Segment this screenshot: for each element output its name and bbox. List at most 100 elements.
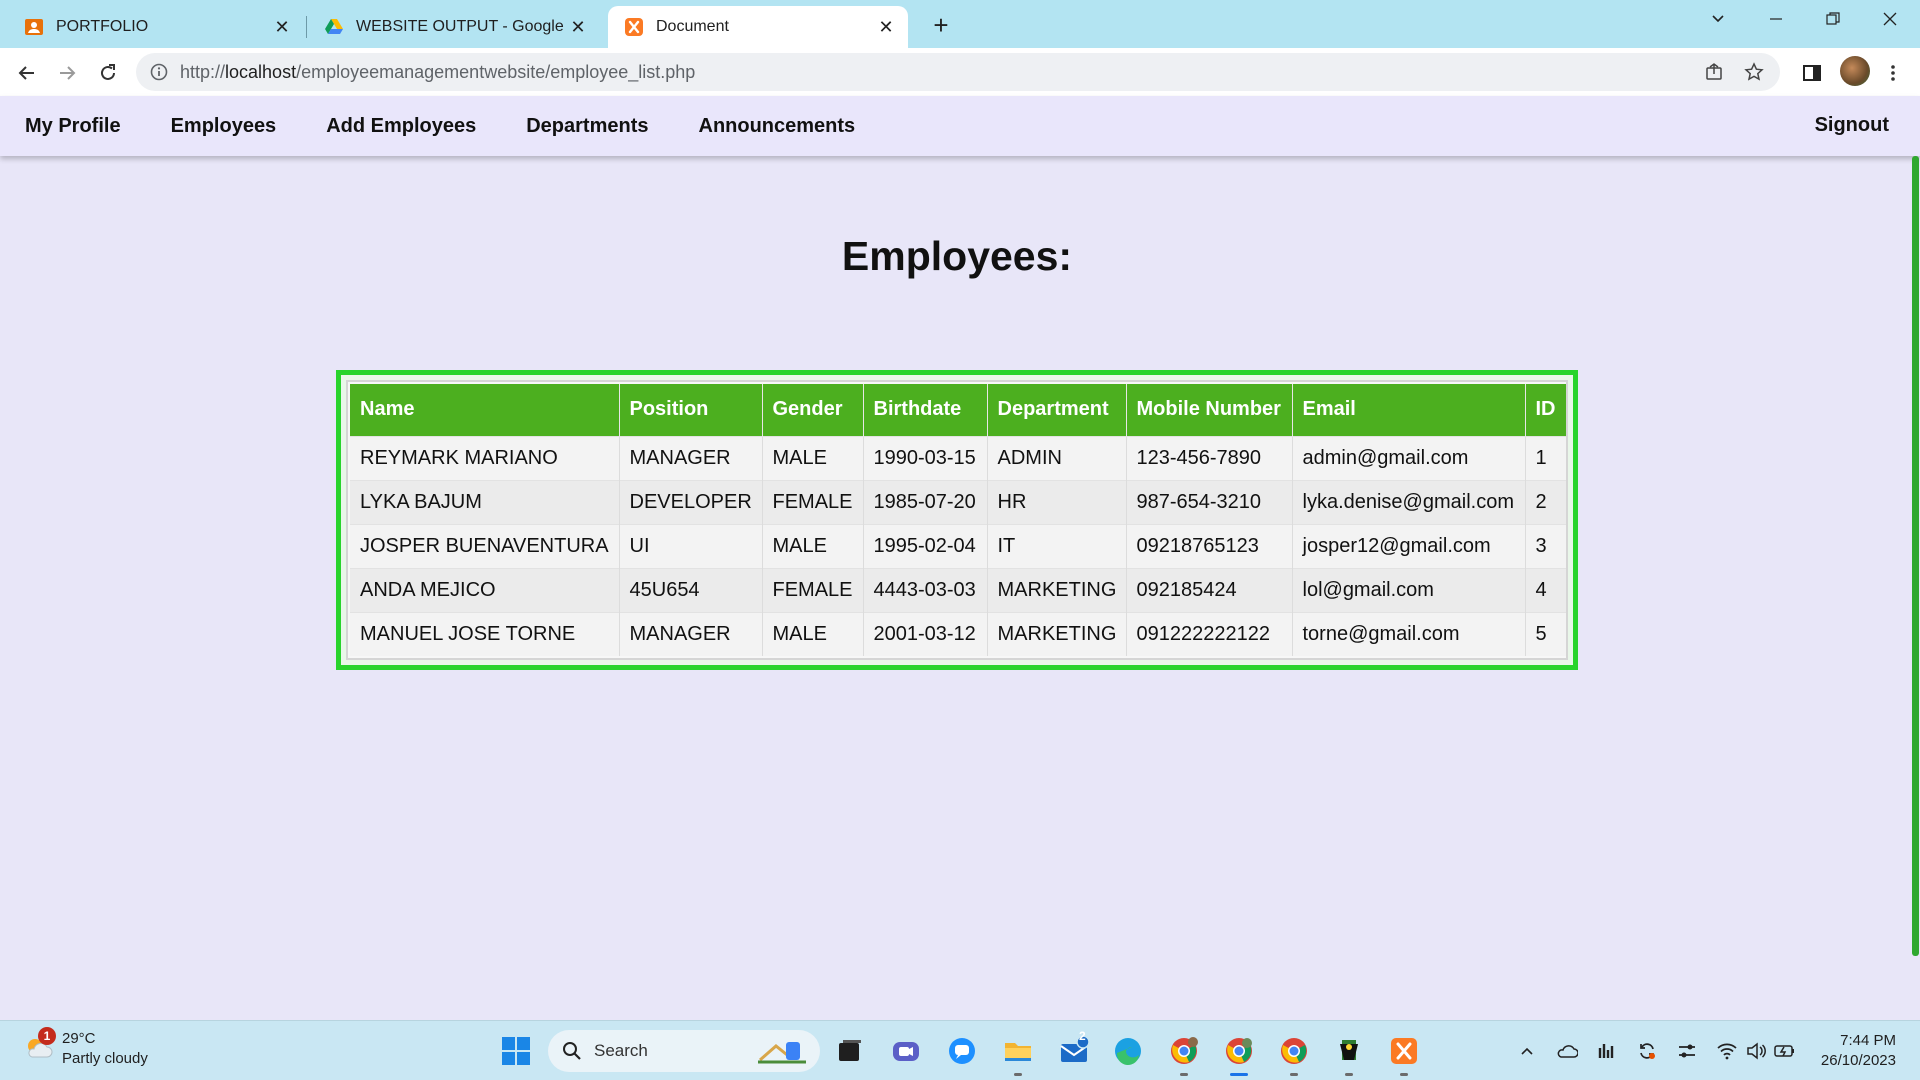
performance-meter-icon[interactable]: [1595, 1039, 1619, 1063]
tab-search-dropdown-icon[interactable]: [1698, 4, 1738, 36]
cell-department: MARKETING: [987, 567, 1127, 612]
address-bar[interactable]: http://localhost/employeemanagementwebsi…: [136, 53, 1780, 91]
cell-email: admin@gmail.com: [1292, 435, 1526, 480]
column-header-mobile: Mobile Number: [1126, 384, 1293, 436]
employee-table-container: Name Position Gender Birthdate Departmen…: [346, 380, 1568, 660]
chrome-profile-icon[interactable]: [1166, 1033, 1202, 1069]
url-scheme: http://: [180, 61, 226, 82]
page-scrollbar[interactable]: [1912, 156, 1919, 956]
battery-charging-icon[interactable]: [1773, 1039, 1797, 1063]
close-icon[interactable]: ✕: [876, 17, 896, 38]
xampp-icon: [624, 17, 644, 37]
windows-taskbar: 1 29°C Partly cloudy Search 2 7:44 PM 26…: [0, 1020, 1920, 1080]
running-indicator: [1180, 1073, 1188, 1076]
sync-icon[interactable]: [1635, 1039, 1659, 1063]
minimize-button[interactable]: [1756, 4, 1796, 36]
settings-toggle-icon[interactable]: [1675, 1039, 1699, 1063]
profile-avatar[interactable]: [1840, 56, 1870, 86]
url-host: localhost: [225, 61, 297, 82]
cell-mobile: 091222222122: [1126, 611, 1293, 656]
volume-icon[interactable]: [1744, 1039, 1768, 1063]
chrome-icon[interactable]: [1276, 1033, 1312, 1069]
nav-signout[interactable]: Signout: [1815, 114, 1889, 137]
chrome-active-icon[interactable]: [1221, 1033, 1257, 1069]
cell-name: REYMARK MARIANO: [350, 435, 620, 480]
app-icon[interactable]: [1331, 1033, 1367, 1069]
nav-add-employees[interactable]: Add Employees: [326, 115, 476, 138]
table-row: JOSPER BUENAVENTURA UI MALE 1995-02-04 I…: [350, 523, 1566, 568]
system-clock[interactable]: 7:44 PM 26/10/2023: [1821, 1031, 1896, 1071]
cell-department: ADMIN: [987, 435, 1127, 480]
window-close-button[interactable]: [1870, 4, 1910, 36]
mail-icon[interactable]: 2: [1056, 1029, 1092, 1069]
windows-start-icon[interactable]: [498, 1033, 534, 1069]
cell-email: torne@gmail.com: [1292, 611, 1526, 656]
tab-google-drive[interactable]: WEBSITE OUTPUT - Google Drive ✕: [300, 6, 604, 48]
weather-description: Partly cloudy: [62, 1050, 148, 1067]
meet-video-icon[interactable]: [888, 1033, 924, 1069]
nav-announcements[interactable]: Announcements: [699, 115, 856, 138]
column-header-id: ID: [1525, 384, 1566, 436]
nav-employees[interactable]: Employees: [171, 115, 277, 138]
site-navbar: My Profile Employees Add Employees Depar…: [0, 96, 1920, 156]
cell-id: 4: [1525, 567, 1566, 612]
tab-document[interactable]: Document ✕: [608, 6, 908, 48]
reload-button[interactable]: [91, 56, 125, 90]
cell-mobile: 987-654-3210: [1126, 479, 1293, 524]
wifi-icon[interactable]: [1715, 1039, 1739, 1063]
cell-birthdate: 1995-02-04: [863, 523, 988, 568]
table-row: ANDA MEJICO 45U654 FEMALE 4443-03-03 MAR…: [350, 567, 1566, 612]
xampp-taskbar-icon[interactable]: [1386, 1033, 1422, 1069]
column-header-birthdate: Birthdate: [863, 384, 988, 436]
column-header-position: Position: [619, 384, 763, 436]
forward-button[interactable]: [50, 56, 84, 90]
active-app-indicator: [1230, 1073, 1248, 1076]
cell-name: JOSPER BUENAVENTURA: [350, 523, 620, 568]
tab-title: WEBSITE OUTPUT - Google Drive: [356, 18, 568, 35]
search-placeholder: Search: [594, 1041, 648, 1060]
close-icon[interactable]: ✕: [272, 17, 292, 38]
cell-department: IT: [987, 523, 1127, 568]
cell-position: MANAGER: [619, 611, 763, 656]
nav-departments[interactable]: Departments: [526, 115, 648, 138]
cell-email: josper12@gmail.com: [1292, 523, 1526, 568]
onedrive-cloud-icon[interactable]: [1555, 1039, 1579, 1063]
google-drive-icon: [324, 17, 344, 37]
bookmark-star-icon[interactable]: [1744, 53, 1764, 91]
cell-mobile: 09218765123: [1126, 523, 1293, 568]
weather-widget[interactable]: 1 29°C Partly cloudy: [22, 1027, 148, 1069]
cell-mobile: 092185424: [1126, 567, 1293, 612]
cell-position: DEVELOPER: [619, 479, 763, 524]
file-explorer-icon[interactable]: [1000, 1033, 1036, 1069]
nav-my-profile[interactable]: My Profile: [25, 115, 121, 138]
employee-table-frame: Name Position Gender Birthdate Departmen…: [336, 370, 1578, 670]
edge-browser-icon[interactable]: [1110, 1033, 1146, 1069]
running-indicator: [1014, 1073, 1022, 1076]
share-icon[interactable]: [1704, 53, 1724, 91]
cell-gender: MALE: [762, 523, 864, 568]
table-row: MANUEL JOSE TORNE MANAGER MALE 2001-03-1…: [350, 611, 1566, 656]
back-button[interactable]: [10, 56, 44, 90]
side-panel-icon[interactable]: [1795, 56, 1829, 90]
cell-gender: MALE: [762, 435, 864, 480]
cell-birthdate: 1985-07-20: [863, 479, 988, 524]
cell-birthdate: 1990-03-15: [863, 435, 988, 480]
cell-gender: FEMALE: [762, 479, 864, 524]
cell-id: 5: [1525, 611, 1566, 656]
new-tab-button[interactable]: +: [924, 8, 958, 42]
close-icon[interactable]: ✕: [568, 17, 588, 38]
cell-email: lyka.denise@gmail.com: [1292, 479, 1526, 524]
menu-kebab-icon[interactable]: [1876, 56, 1910, 90]
show-hidden-icons-chevron-icon[interactable]: [1515, 1039, 1539, 1063]
tab-portfolio[interactable]: PORTFOLIO ✕: [0, 6, 304, 48]
cell-gender: MALE: [762, 611, 864, 656]
chat-icon[interactable]: [944, 1033, 980, 1069]
cell-id: 3: [1525, 523, 1566, 568]
cell-position: 45U654: [619, 567, 763, 612]
cell-birthdate: 2001-03-12: [863, 611, 988, 656]
site-info-icon[interactable]: [150, 63, 168, 81]
taskbar-search-box[interactable]: Search: [548, 1030, 820, 1072]
task-view-icon[interactable]: [832, 1033, 868, 1069]
url-text: http://localhost/employeemanagementwebsi…: [180, 62, 695, 83]
restore-button[interactable]: [1813, 4, 1853, 36]
